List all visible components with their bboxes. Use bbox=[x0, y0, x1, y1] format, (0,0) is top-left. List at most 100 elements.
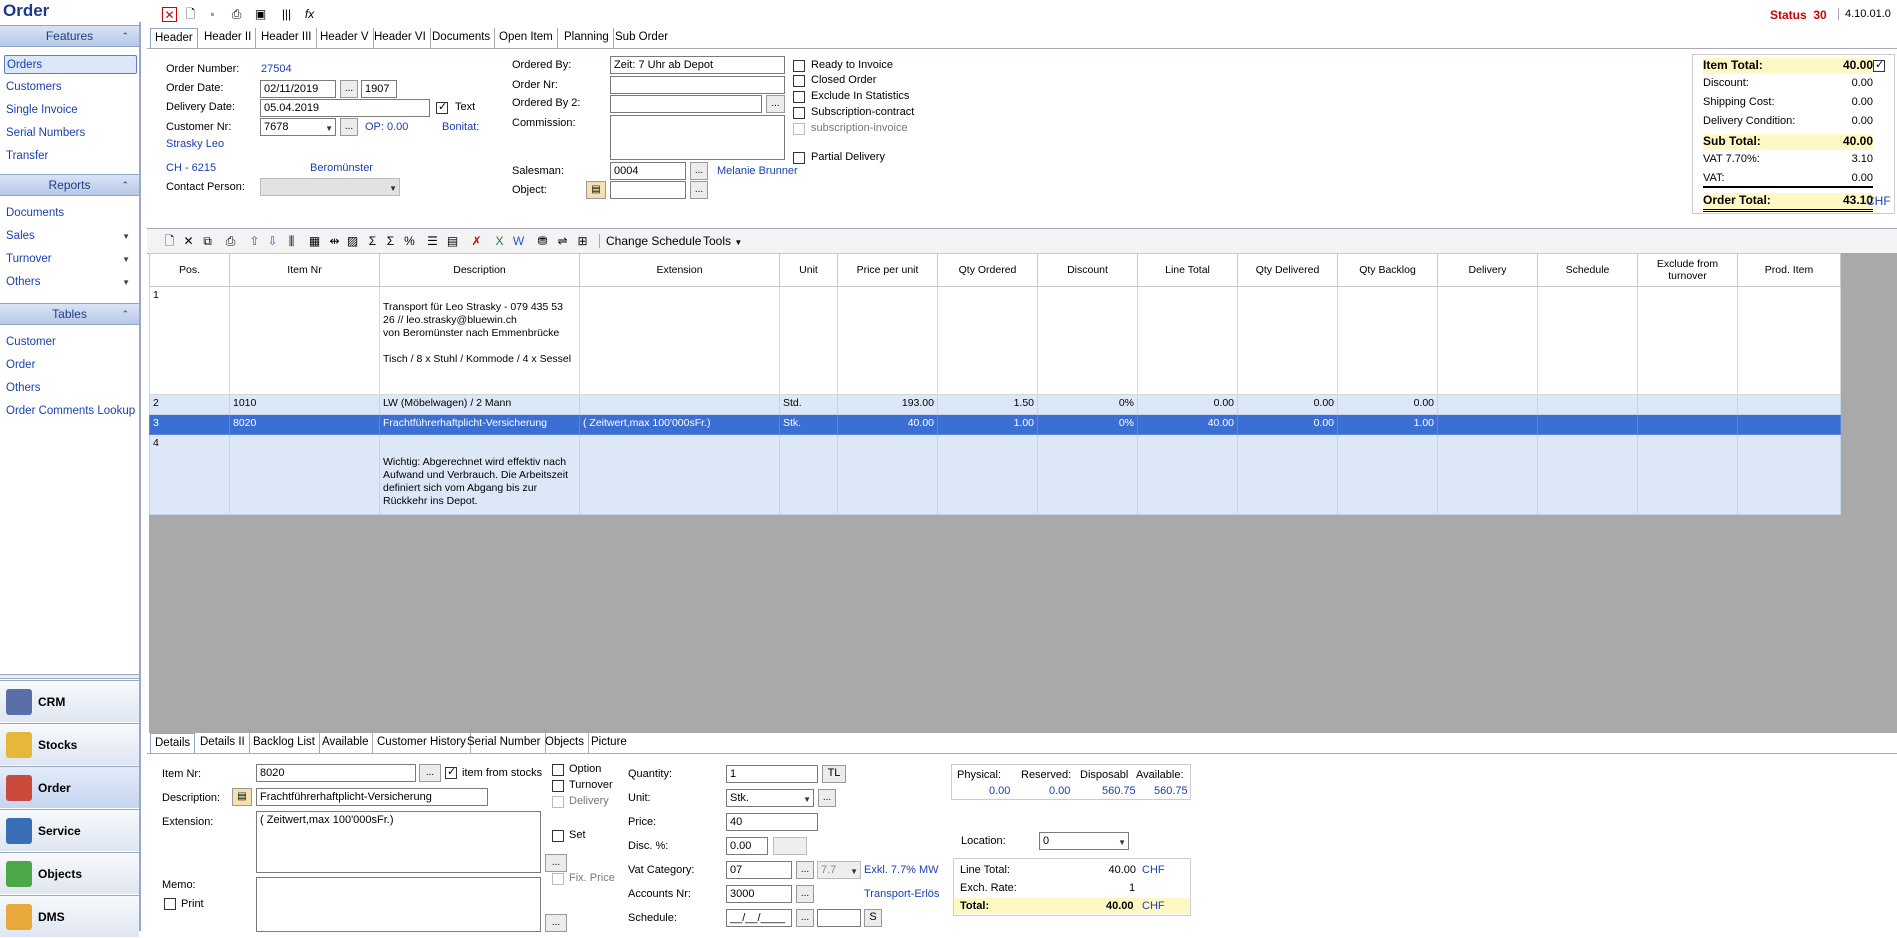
column-header[interactable]: Qty Ordered bbox=[937, 253, 1038, 287]
vat-category-field[interactable]: 07 bbox=[726, 861, 792, 879]
column-header[interactable]: Price per unit bbox=[837, 253, 938, 287]
print-line-icon[interactable]: ⎙ bbox=[223, 234, 238, 249]
delete-all-icon[interactable]: ✗ bbox=[469, 234, 484, 249]
cell-pos[interactable]: 4 bbox=[149, 434, 230, 515]
cell-prod[interactable] bbox=[1737, 434, 1841, 515]
tl-button[interactable]: TL bbox=[822, 765, 846, 783]
schedule-s-button[interactable]: S bbox=[864, 909, 882, 927]
table-row-selected[interactable]: 3 8020 Frachtführerhaftplicht-Versicheru… bbox=[149, 414, 1841, 435]
disc-field[interactable]: 0.00 bbox=[726, 837, 768, 855]
customer-lookup-button[interactable]: ... bbox=[340, 118, 358, 136]
cell-ext[interactable] bbox=[579, 394, 780, 415]
cell-item[interactable] bbox=[229, 434, 380, 515]
cell-price[interactable]: 40.00 bbox=[837, 414, 938, 435]
chevron-down-icon[interactable]: ▼ bbox=[803, 792, 811, 806]
cell-schedule[interactable] bbox=[1537, 286, 1638, 395]
cell-unit[interactable]: Std. bbox=[779, 394, 838, 415]
splitter[interactable] bbox=[0, 674, 139, 679]
tab-open-item[interactable]: Open Item bbox=[495, 28, 558, 48]
subscription-contract-checkbox[interactable] bbox=[793, 107, 805, 119]
partial-delivery-checkbox[interactable] bbox=[793, 152, 805, 164]
table-row[interactable]: 4 Wichtig: Abgerechnet wird effektiv nac… bbox=[149, 434, 1841, 515]
schedule-picker-button[interactable]: ... bbox=[796, 909, 814, 927]
column-header[interactable]: Extension bbox=[579, 253, 780, 287]
sidebar-item-turnover[interactable]: Turnover ▼ bbox=[4, 250, 136, 269]
cell-unit[interactable] bbox=[779, 434, 838, 515]
sidebar-item-customer[interactable]: Customer bbox=[4, 333, 136, 352]
cell-pos[interactable]: 3 bbox=[149, 414, 230, 435]
column-header[interactable]: Exclude from turnover bbox=[1637, 253, 1738, 287]
tab-objects[interactable]: Objects bbox=[541, 733, 589, 753]
nav-service-button[interactable]: Service bbox=[0, 809, 139, 851]
quantity-field[interactable]: 1 bbox=[726, 765, 818, 783]
sidebar-item-documents[interactable]: Documents bbox=[4, 204, 136, 223]
sidebar-item-transfer[interactable]: Transfer bbox=[4, 147, 136, 166]
cell-line[interactable]: 0.00 bbox=[1137, 394, 1238, 415]
cell-prod[interactable] bbox=[1737, 414, 1841, 435]
cell-desc[interactable]: Transport für Leo Strasky - 079 435 53 2… bbox=[379, 286, 580, 395]
features-header[interactable]: Features ⌃ bbox=[0, 25, 139, 47]
chevron-down-icon[interactable]: ▼ bbox=[389, 181, 397, 195]
sidebar-item-order-comments-lookup[interactable]: Order Comments Lookup bbox=[4, 402, 136, 421]
sidebar-item-serial-numbers[interactable]: Serial Numbers bbox=[4, 124, 136, 143]
column-header[interactable]: Description bbox=[379, 253, 580, 287]
cell-schedule[interactable] bbox=[1537, 434, 1638, 515]
collapse-icon[interactable]: ⌃ bbox=[121, 175, 129, 196]
memo-expand-button[interactable]: ... bbox=[545, 914, 567, 932]
print-icon[interactable]: ⎙ bbox=[229, 7, 244, 22]
cell-exclude[interactable] bbox=[1637, 286, 1738, 395]
cell-exclude[interactable] bbox=[1637, 434, 1738, 515]
turnover-checkbox[interactable] bbox=[552, 780, 564, 792]
schedule-extra-field[interactable] bbox=[817, 909, 861, 927]
cell-unit[interactable] bbox=[779, 286, 838, 395]
column-header[interactable]: Qty Delivered bbox=[1237, 253, 1338, 287]
tools-menu[interactable]: Tools ▼ bbox=[703, 234, 742, 248]
cell-delivery[interactable] bbox=[1437, 414, 1538, 435]
save-icon[interactable]: ▪ bbox=[205, 7, 220, 22]
cell-disc[interactable]: 0% bbox=[1037, 414, 1138, 435]
cell-ext[interactable] bbox=[579, 434, 780, 515]
column-header[interactable]: Discount bbox=[1037, 253, 1138, 287]
customer-name[interactable]: Strasky Leo bbox=[166, 138, 224, 150]
cell-price[interactable] bbox=[837, 286, 938, 395]
column-header[interactable]: Schedule bbox=[1537, 253, 1638, 287]
tab-header-v[interactable]: Header V bbox=[316, 28, 374, 48]
accounts-field[interactable]: 3000 bbox=[726, 885, 792, 903]
cell-disc[interactable]: 0% bbox=[1037, 394, 1138, 415]
cell-qty[interactable]: 1.00 bbox=[937, 414, 1038, 435]
ordered-by2-field[interactable] bbox=[610, 95, 762, 113]
sidebar-item-order[interactable]: Order bbox=[4, 356, 136, 375]
cell-backlog[interactable]: 1.00 bbox=[1337, 414, 1438, 435]
order-nr-field[interactable] bbox=[610, 76, 785, 94]
cell-item[interactable]: 8020 bbox=[229, 414, 380, 435]
cell-prod[interactable] bbox=[1737, 286, 1841, 395]
cell-disc[interactable] bbox=[1037, 434, 1138, 515]
nav-stocks-button[interactable]: Stocks bbox=[0, 723, 139, 765]
column-header[interactable]: Line Total bbox=[1137, 253, 1238, 287]
item-from-stocks-checkbox[interactable] bbox=[445, 765, 457, 779]
table-row[interactable]: 1 Transport für Leo Strasky - 079 435 53… bbox=[149, 286, 1841, 395]
column-header[interactable]: Pos. bbox=[149, 253, 230, 287]
cell-desc[interactable]: LW (Möbelwagen) / 2 Mann bbox=[379, 394, 580, 415]
cell-price[interactable]: 193.00 bbox=[837, 394, 938, 415]
chevron-down-icon[interactable]: ▼ bbox=[1118, 835, 1126, 849]
salesman-lookup-button[interactable]: ... bbox=[690, 162, 708, 180]
memo-textarea[interactable] bbox=[256, 877, 541, 932]
extension-expand-button[interactable]: ... bbox=[545, 854, 567, 872]
edit-icon[interactable]: ▨ bbox=[345, 234, 360, 249]
cell-disc[interactable] bbox=[1037, 286, 1138, 395]
cell-deliv[interactable] bbox=[1237, 286, 1338, 395]
item-lookup-button[interactable]: ... bbox=[419, 764, 441, 782]
link-icon[interactable]: ⇌ bbox=[555, 234, 570, 249]
move-up-icon[interactable]: ⇧ bbox=[247, 234, 262, 249]
tab-picture[interactable]: Picture bbox=[587, 733, 631, 753]
cell-deliv[interactable] bbox=[1237, 434, 1338, 515]
description-icon[interactable]: ▤ bbox=[232, 788, 252, 806]
tab-serial-number[interactable]: Serial Number bbox=[463, 733, 546, 753]
tab-details-ii[interactable]: Details II bbox=[196, 733, 250, 753]
cell-exclude[interactable] bbox=[1637, 414, 1738, 435]
collapse-icon[interactable]: ⌃ bbox=[121, 26, 129, 47]
cell-line[interactable] bbox=[1137, 434, 1238, 515]
sidebar-item-customers[interactable]: Customers bbox=[4, 78, 136, 97]
ordered-by2-lookup-button[interactable]: ... bbox=[766, 95, 785, 113]
